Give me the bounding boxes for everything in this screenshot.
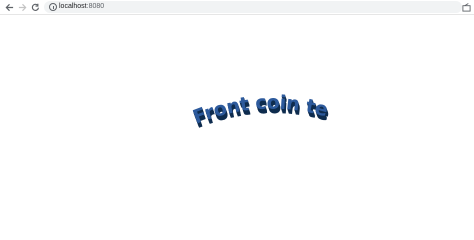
url-text: localhost:8080 — [59, 2, 104, 12]
browser-toolbar: localhost:8080 — [0, 0, 474, 15]
back-arrow-icon[interactable] — [3, 1, 16, 14]
reload-icon[interactable] — [29, 1, 42, 14]
address-bar[interactable]: localhost:8080 — [44, 1, 462, 13]
forward-arrow-icon[interactable] — [16, 1, 29, 14]
coin-canvas[interactable]: Front coin text Front coin text Front coin… — [184, 76, 332, 133]
coin-text-graphic: Front coin textFront coin textFront coin… — [184, 76, 332, 133]
url-port: :8080 — [86, 3, 105, 10]
info-icon[interactable] — [49, 3, 57, 11]
share-icon[interactable] — [461, 2, 471, 12]
url-host: localhost — [59, 3, 87, 10]
